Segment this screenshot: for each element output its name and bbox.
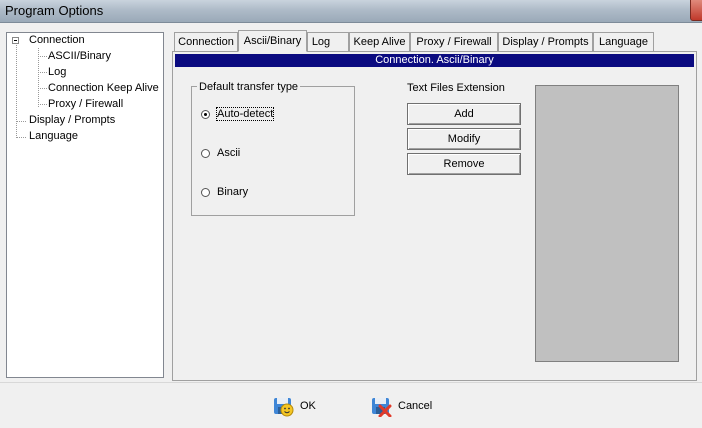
radio-label: Auto-detect — [215, 107, 275, 122]
collapse-icon[interactable] — [12, 37, 19, 44]
tree-item-label: Log — [48, 66, 67, 78]
tab-connection[interactable]: Connection — [174, 32, 238, 51]
transfer-type-legend: Default transfer type — [197, 81, 301, 93]
tab-label: Keep Alive — [353, 36, 406, 48]
ok-label: OK — [300, 400, 316, 413]
tree-item-label: Connection Keep Alive — [48, 82, 159, 94]
tree-connector — [38, 88, 47, 89]
tree-connector — [38, 56, 47, 57]
tree-item-log[interactable]: Log — [48, 65, 66, 80]
tree-item-label: ASCII/Binary — [48, 50, 111, 62]
tab-label: Proxy / Firewall — [416, 36, 492, 48]
text-files-extension-label: Text Files Extension — [407, 82, 505, 94]
tree-item-label: Connection — [29, 34, 85, 46]
tab-display-prompts[interactable]: Display / Prompts — [498, 32, 593, 51]
tab-keep-alive[interactable]: Keep Alive — [349, 32, 410, 51]
ok-icon — [274, 398, 294, 417]
cancel-button[interactable]: Cancel — [370, 394, 432, 418]
radio-auto-detect[interactable]: Auto-detect — [201, 107, 275, 122]
add-button[interactable]: Add — [407, 103, 521, 125]
tree-item-label: Language — [29, 130, 78, 142]
radio-binary[interactable]: Binary — [201, 185, 248, 199]
cancel-label: Cancel — [398, 400, 433, 413]
tree-item-proxy-firewall[interactable]: Proxy / Firewall — [48, 97, 123, 112]
tab-log[interactable]: Log — [307, 32, 349, 51]
tree-connector — [16, 45, 17, 138]
ok-button[interactable]: OK — [272, 394, 316, 418]
radio-unselected-icon — [201, 187, 210, 197]
tab-label: Log — [311, 36, 331, 48]
tree-item-label: Display / Prompts — [29, 114, 116, 126]
tree-item-label: Proxy / Firewall — [48, 98, 124, 110]
tree-connector — [16, 137, 26, 138]
extensions-list[interactable] — [535, 85, 679, 362]
section-header: Connection. Ascii/Binary — [175, 54, 694, 67]
radio-unselected-icon — [201, 148, 210, 158]
title-bar: Program Options — [0, 0, 702, 23]
footer-separator — [0, 382, 702, 383]
tab-language[interactable]: Language — [593, 32, 654, 51]
tree-item-display-prompts[interactable]: Display / Prompts — [29, 113, 115, 128]
tab-label: Display / Prompts — [502, 36, 589, 48]
radio-ascii[interactable]: Ascii — [201, 146, 240, 160]
options-tree[interactable]: Connection ASCII/Binary Log Connection K… — [6, 32, 164, 378]
tree-item-ascii-binary[interactable]: ASCII/Binary — [48, 49, 111, 64]
tab-label: Connection — [178, 36, 234, 48]
tree-connector — [16, 121, 26, 122]
tree-item-connection[interactable]: Connection — [29, 33, 85, 48]
tab-proxy-firewall[interactable]: Proxy / Firewall — [410, 32, 498, 51]
tab-label: Language — [599, 36, 648, 48]
tree-item-connection-keep-alive[interactable]: Connection Keep Alive — [48, 81, 159, 96]
close-button[interactable] — [690, 0, 702, 21]
tree-connector — [38, 72, 47, 73]
tab-label: Ascii/Binary — [243, 35, 302, 47]
radio-label: Ascii — [217, 147, 241, 160]
modify-button[interactable]: Modify — [407, 128, 521, 150]
radio-label: Binary — [217, 186, 249, 199]
remove-button[interactable]: Remove — [407, 153, 521, 175]
tab-ascii-binary[interactable]: Ascii/Binary — [238, 30, 307, 52]
cancel-icon — [372, 398, 392, 418]
radio-selected-icon — [201, 109, 210, 119]
tree-connector — [38, 104, 47, 105]
tree-item-language[interactable]: Language — [29, 129, 78, 144]
window-title: Program Options — [5, 3, 104, 18]
